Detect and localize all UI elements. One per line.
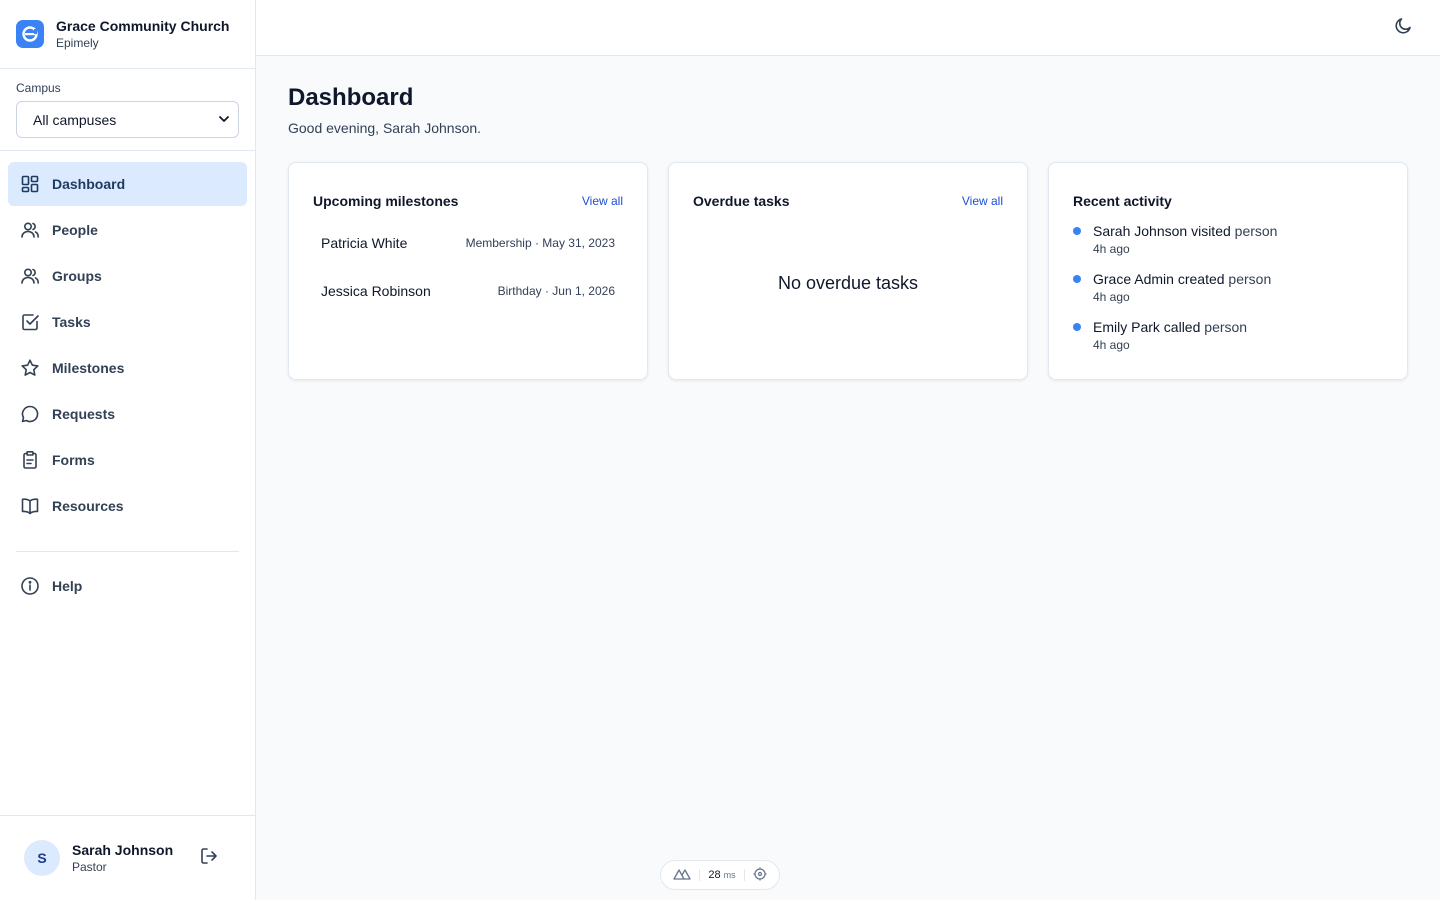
org-header[interactable]: Grace Community Church Epimely [0,0,255,69]
theme-toggle-button[interactable] [1392,17,1414,39]
nav-label: Requests [52,406,116,422]
nav-label: Resources [52,498,124,514]
nav-item-people[interactable]: People [8,208,247,252]
nav-item-requests[interactable]: Requests [8,392,247,436]
org-subtitle: Epimely [56,36,99,50]
render-time-value: 28 [708,869,721,881]
dashboard-cards: Upcoming milestones View all Patricia Wh… [288,162,1408,380]
activity-time: 4h ago [1093,338,1130,352]
activity-object: person [1228,271,1272,287]
nav-item-resources[interactable]: Resources [8,484,247,528]
people-icon [20,220,40,240]
nav-divider [16,551,239,552]
user-name: Sarah Johnson [72,842,174,858]
activity-verb: created [1177,271,1225,287]
recent-activity-card: Recent activity Sarah Johnson visited pe… [1048,162,1408,380]
activity-time: 4h ago [1093,290,1130,304]
nav-label: Dashboard [52,176,126,192]
user-profile: S Sarah Johnson Pastor [0,815,255,900]
card-title: Recent activity [1073,193,1172,209]
user-role: Pastor [72,860,107,874]
star-icon [20,358,40,378]
activity-verb: called [1163,319,1201,335]
list-item[interactable]: Jessica Robinson Birthday · Jun 1, 2026 [313,267,623,315]
render-time: 28 ms [708,869,735,881]
milestone-meta: Birthday · Jun 1, 2026 [497,284,615,298]
activity-time: 4h ago [1093,242,1130,256]
empty-state: No overdue tasks [777,273,919,293]
activity-actor: Sarah Johnson [1093,223,1188,239]
activity-dot [1073,227,1081,235]
activity-item: Grace Admin created person 4h ago [1073,269,1383,305]
crosshair-icon[interactable] [753,867,767,884]
nav-label: Forms [52,452,95,468]
campus-select-value: All campuses [33,111,117,128]
chat-icon [20,404,40,424]
nav-item-groups[interactable]: Groups [8,254,247,298]
chevron-down-icon [218,112,230,128]
nav-item-dashboard[interactable]: Dashboard [8,162,247,206]
nav-item-tasks[interactable]: Tasks [8,300,247,344]
milestone-person: Jessica Robinson [321,283,431,299]
top-bar [256,0,1440,56]
activity-dot [1073,275,1081,283]
activity-actor: Grace Admin [1093,271,1174,287]
nuxt-logo-icon[interactable] [673,868,691,883]
campus-filter: Campus All campuses [0,69,255,151]
activity-object: person [1204,319,1248,335]
nav-label: Tasks [52,314,91,330]
view-all-milestones-link[interactable]: View all [582,194,623,208]
book-icon [20,496,40,516]
nav-item-help[interactable]: Help [8,564,247,608]
dashboard-icon [20,174,40,194]
milestone-person: Patricia White [321,235,408,251]
avatar: S [24,840,60,876]
divider [743,869,745,881]
main-content: Dashboard Good evening, Sarah Johnson. U… [288,56,1408,380]
activity-list: Sarah Johnson visited person 4h ago Grac… [1073,221,1383,353]
org-logo-icon [16,20,44,48]
tasks-icon [20,312,40,332]
logout-icon [199,846,219,871]
activity-actor: Emily Park [1093,319,1160,335]
dev-toolbar: 28 ms [660,860,780,890]
view-all-tasks-link[interactable]: View all [962,194,1003,208]
logout-button[interactable] [197,846,221,870]
moon-icon [1393,16,1413,41]
milestone-meta: Membership · May 31, 2023 [465,236,615,250]
sidebar: Grace Community Church Epimely Campus Al… [0,0,256,900]
campus-select[interactable]: All campuses [16,101,239,138]
activity-dot [1073,323,1081,331]
main-nav: Dashboard People Groups Tasks Milestones [0,151,255,608]
nav-label: Help [52,578,83,594]
clipboard-icon [20,450,40,470]
activity-object: person [1234,223,1278,239]
page-title: Dashboard [288,84,414,111]
org-name: Grace Community Church [56,18,230,34]
activity-item: Sarah Johnson visited person 4h ago [1073,221,1383,257]
groups-icon [20,266,40,286]
nav-item-forms[interactable]: Forms [8,438,247,482]
upcoming-milestones-card: Upcoming milestones View all Patricia Wh… [288,162,648,380]
render-time-unit: ms [723,870,736,880]
campus-label: Campus [16,81,61,95]
nav-label: Groups [52,268,102,284]
info-icon [20,576,40,596]
list-item[interactable]: Patricia White Membership · May 31, 2023 [313,219,623,267]
card-title: Upcoming milestones [313,193,459,209]
nav-label: Milestones [52,360,125,376]
activity-verb: visited [1191,223,1231,239]
overdue-tasks-card: Overdue tasks View all No overdue tasks [668,162,1028,380]
nav-item-milestones[interactable]: Milestones [8,346,247,390]
card-title: Overdue tasks [693,193,790,209]
nav-label: People [52,222,98,238]
activity-item: Emily Park called person 4h ago [1073,317,1383,353]
divider [699,869,701,881]
greeting: Good evening, Sarah Johnson. [288,120,482,136]
milestone-list: Patricia White Membership · May 31, 2023… [313,219,623,315]
